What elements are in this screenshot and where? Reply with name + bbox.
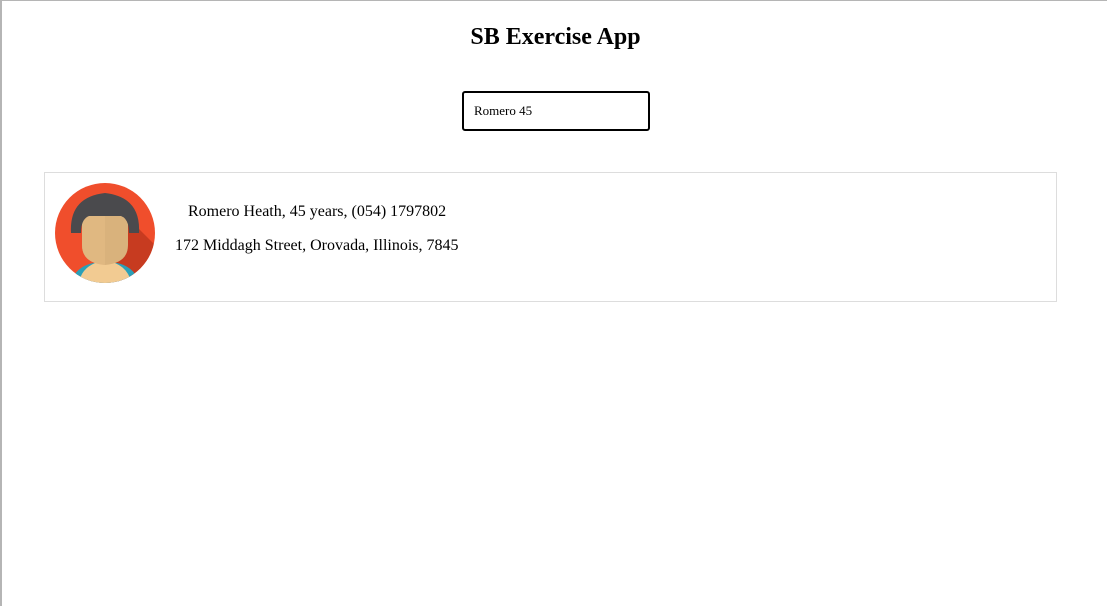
result-name-line: Romero Heath, 45 years, (054) 1797802 bbox=[188, 203, 447, 220]
result-card: Romero Heath, 45 years, (054) 1797802 17… bbox=[44, 172, 1057, 302]
page-title: SB Exercise App bbox=[470, 24, 641, 50]
search-input[interactable] bbox=[462, 91, 650, 131]
app-window: SB Exercise App Romero 45 Romero Heath, … bbox=[0, 0, 1107, 606]
female-avatar-icon bbox=[55, 183, 155, 283]
result-address-line: 172 Middagh Street, Orovada, Illinois, 7… bbox=[175, 237, 459, 254]
